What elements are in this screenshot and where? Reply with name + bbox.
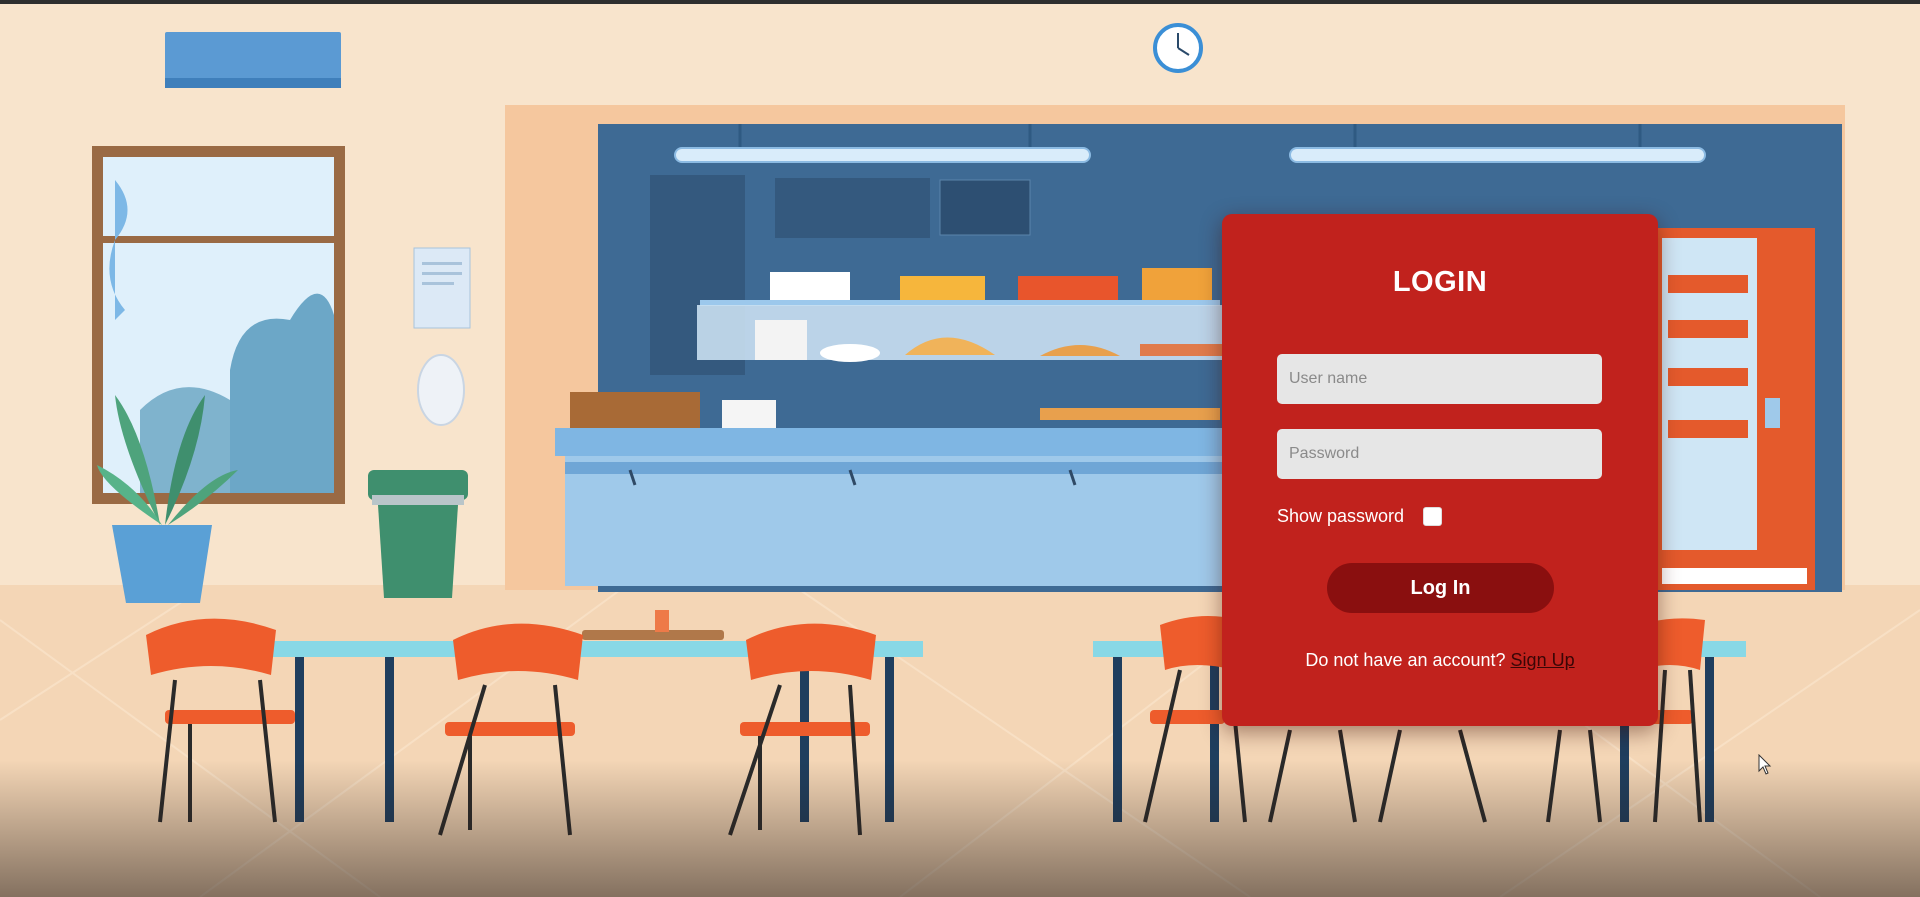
show-password-checkbox[interactable] [1423, 506, 1443, 526]
show-password-label: Show password [1277, 505, 1405, 526]
login-title: LOGIN [1392, 266, 1488, 298]
signup-prompt: Do not have an account? [1305, 650, 1506, 670]
clock-icon [1153, 23, 1203, 73]
login-card: LOGIN Show password Log In Do not have a… [1222, 214, 1658, 726]
login-button[interactable]: Log In [1327, 563, 1554, 613]
show-password-row: Show password [1277, 504, 1443, 528]
signup-link[interactable]: Sign Up [1511, 650, 1575, 670]
signup-row: Do not have an account? Sign Up [1222, 650, 1658, 671]
username-input[interactable] [1277, 354, 1602, 404]
mouse-cursor-icon [1758, 754, 1772, 775]
password-input[interactable] [1277, 429, 1602, 479]
login-page: LOGIN Show password Log In Do not have a… [0, 0, 1920, 897]
